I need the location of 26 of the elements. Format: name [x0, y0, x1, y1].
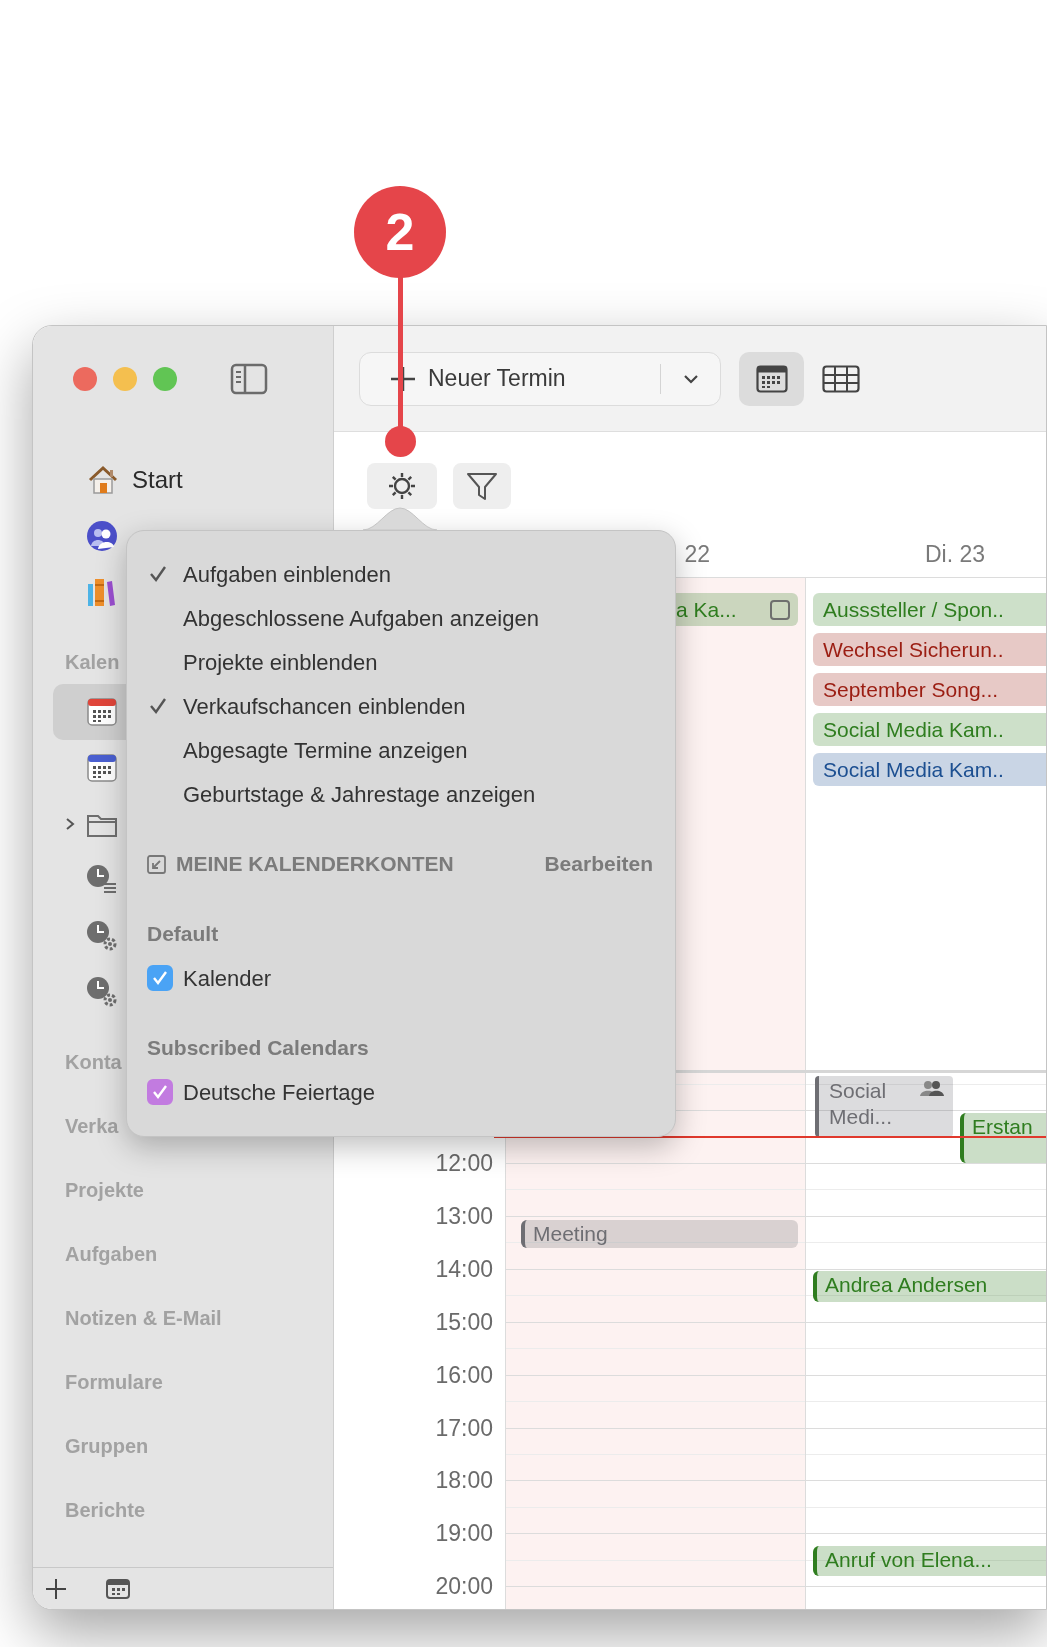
calendar-label: Kalender: [183, 964, 272, 993]
section-header: Aufgaben: [65, 1242, 158, 1267]
section-header: Notizen & E-Mail: [65, 1306, 222, 1331]
section-header: Konta: [65, 1050, 122, 1075]
time-label: 16:00: [435, 1360, 493, 1389]
time-label: 12:00: [435, 1149, 493, 1177]
day-header: Di. 23: [924, 539, 986, 569]
day-header: 22: [684, 539, 710, 569]
section-header: Berichte: [65, 1498, 146, 1523]
group-title: Default: [146, 921, 220, 948]
callout-badge: 2: [354, 186, 446, 278]
section-header: MEINE KALENDERKONTEN: [176, 851, 454, 878]
time-label: 18:00: [435, 1466, 493, 1495]
time-label: 15:00: [435, 1307, 493, 1336]
calendar-label: Deutsche Feiertage: [183, 1078, 375, 1107]
time-label: 20:00: [435, 1572, 493, 1601]
time-label: 19:00: [435, 1519, 493, 1548]
section-header: Kalen: [65, 650, 120, 675]
time-label: 17:00: [435, 1413, 493, 1442]
time-label: 13:00: [435, 1201, 493, 1230]
section-header: Formulare: [65, 1370, 163, 1395]
time-label: 14:00: [435, 1254, 493, 1283]
section-header: Verka: [65, 1114, 119, 1139]
group-title: Subscribed Calendars: [146, 1035, 370, 1062]
section-header: Gruppen: [65, 1434, 149, 1459]
section-header: Projekte: [65, 1178, 144, 1203]
